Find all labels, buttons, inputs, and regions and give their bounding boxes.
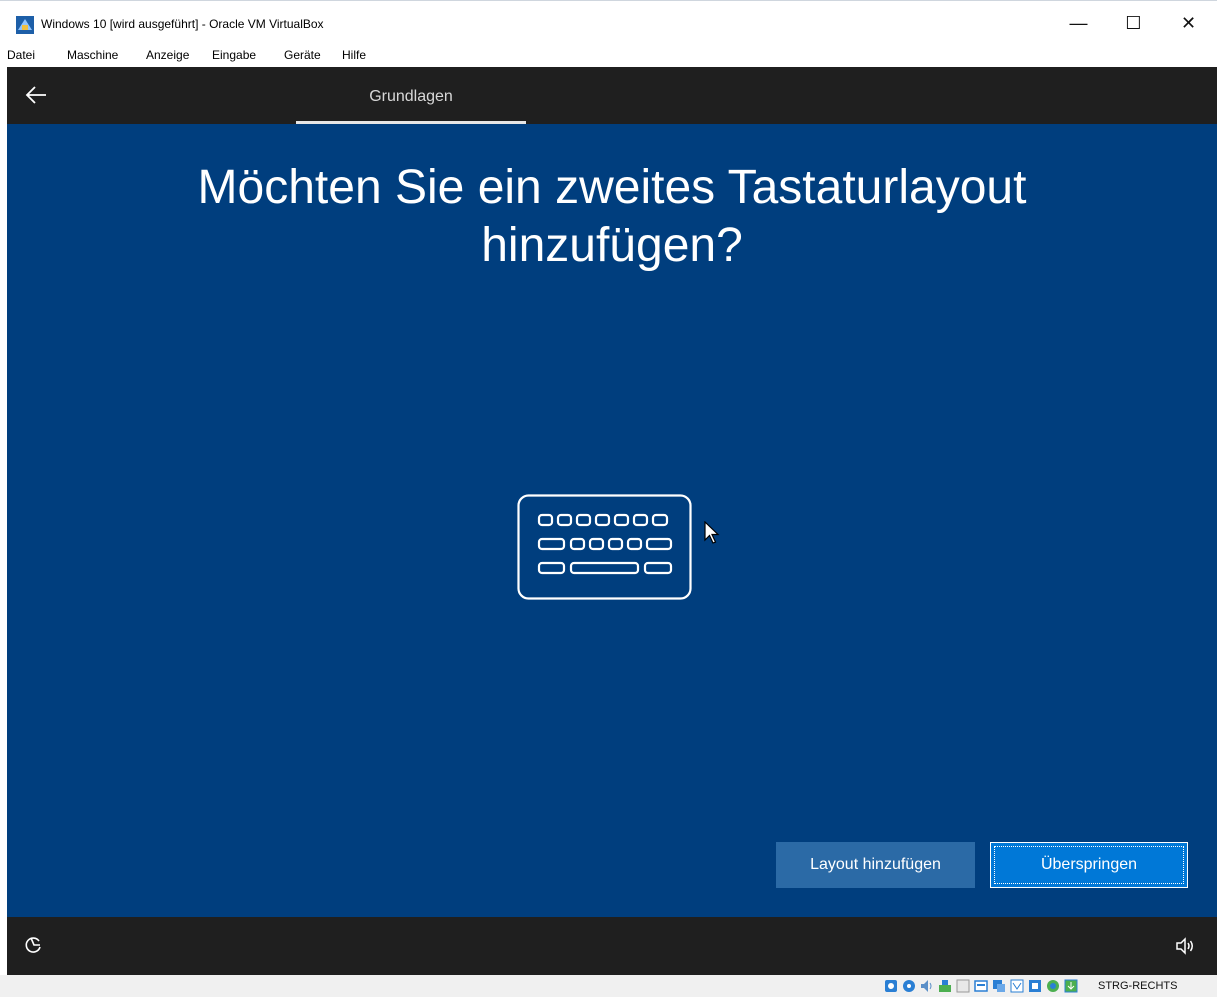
menu-eingabe[interactable]: Eingabe [212,48,256,62]
audio-icon[interactable] [920,979,934,993]
page-title: Möchten Sie ein zweites Tastaturlayout h… [107,159,1117,275]
menu-maschine[interactable]: Maschine [67,48,118,62]
menu-datei[interactable]: Datei [7,48,35,62]
keyboard-capture-icon[interactable] [1064,979,1078,993]
cpu-icon[interactable] [1028,979,1042,993]
close-icon: ✕ [1180,12,1197,33]
hard-disk-icon[interactable] [884,979,898,993]
mouse-cursor-icon [704,521,720,544]
window-titlebar: Windows 10 [wird ausgeführt] - Oracle VM… [0,0,1217,45]
recording-icon[interactable] [1010,979,1024,993]
page-title-line2: hinzufügen? [481,219,743,272]
menu-anzeige[interactable]: Anzeige [146,48,189,62]
menu-bar: Datei Maschine Anzeige Eingabe Geräte Hi… [0,44,1217,67]
skip-button[interactable]: Überspringen [990,842,1188,888]
maximize-button[interactable]: ☐ [1106,1,1161,45]
tab-grundlagen: Grundlagen [296,67,526,124]
minimize-icon: — [1069,12,1088,33]
page-title-line1: Möchten Sie ein zweites Tastaturlayout [197,161,1027,214]
add-layout-button[interactable]: Layout hinzufügen [776,842,975,888]
oobe-header: Grundlagen [7,67,1217,124]
oobe-footer [7,917,1217,975]
maximize-icon: ☐ [1125,12,1142,33]
usb-icon[interactable] [956,979,970,993]
window-title: Windows 10 [wird ausgeführt] - Oracle VM… [41,17,324,31]
back-arrow-icon[interactable] [24,85,48,105]
close-button[interactable]: ✕ [1161,1,1216,45]
network-icon[interactable] [938,979,952,993]
status-bar: STRG-RECHTS [0,975,1217,997]
minimize-button[interactable]: — [1051,1,1106,45]
host-key-label: STRG-RECHTS [1098,980,1178,992]
menu-hilfe[interactable]: Hilfe [342,48,366,62]
ease-of-access-icon[interactable] [24,935,44,955]
oobe-content: Möchten Sie ein zweites Tastaturlayout h… [7,124,1217,917]
keyboard-icon [517,494,692,600]
optical-drive-icon[interactable] [902,979,916,993]
virtualbox-icon [16,16,34,34]
tab-label: Grundlagen [369,88,453,105]
mouse-integration-icon[interactable] [1046,979,1060,993]
guest-display[interactable]: Grundlagen Möchten Sie ein zweites Tasta… [7,67,1217,975]
display-icon[interactable] [992,979,1006,993]
menu-geraete[interactable]: Geräte [284,48,321,62]
shared-folder-icon[interactable] [974,979,988,993]
volume-icon[interactable] [1175,937,1195,955]
